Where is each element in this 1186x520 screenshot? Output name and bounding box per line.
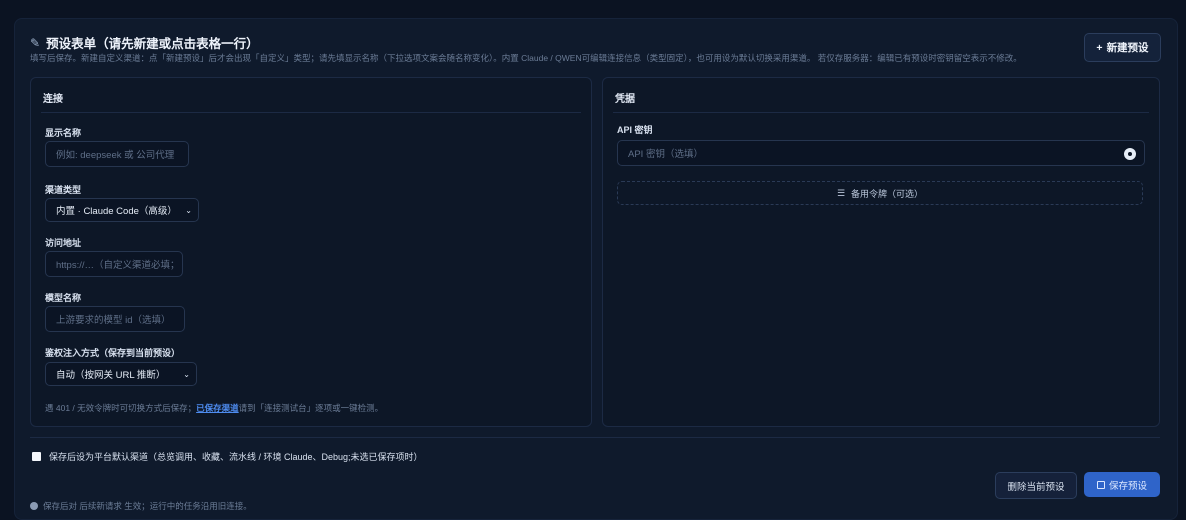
- form-subtitle: 填写后保存。新建自定义渠道：点「新建预设」后才会出现「自定义」类型；请先填显示名…: [30, 53, 1022, 63]
- info-icon: [30, 502, 38, 510]
- model-name-input[interactable]: 上游要求的模型 id（选填）: [45, 306, 185, 332]
- auth-mode-value: 自动（按网关 URL 推断）: [56, 370, 166, 381]
- section-divider: [30, 437, 1160, 438]
- saved-channels-link[interactable]: 已保存渠道: [196, 403, 239, 413]
- auth-hint: 遇 401 / 无效令牌时可切换方式后保存；已保存渠道请到「连接测试台」逐项或一…: [45, 402, 383, 414]
- credentials-heading: 凭据: [615, 94, 635, 105]
- credentials-panel: 凭据 API 密钥 API 密钥（选填） ☰ 备用令牌（可选）: [602, 77, 1160, 427]
- chevron-down-icon: ⌄: [185, 205, 192, 215]
- backup-tokens-label: 备用令牌（可选）: [851, 188, 924, 199]
- api-key-label: API 密钥: [617, 125, 653, 135]
- channel-type-select[interactable]: 内置 · Claude Code（高级） ⌄: [45, 198, 199, 222]
- endpoint-label: 访问地址: [45, 238, 82, 248]
- new-preset-label: 新建预设: [1106, 42, 1149, 54]
- api-key-placeholder: API 密钥（选填）: [628, 149, 703, 160]
- edit-icon: ✎: [30, 35, 41, 50]
- list-icon: ☰: [836, 187, 846, 198]
- default-channel-option: 保存后设为平台默认渠道（总览调用、收藏、流水线 / 环境 Claude、Debu…: [32, 450, 423, 463]
- auth-hint-prefix: 遇 401 / 无效令牌时可切换方式后保存；: [45, 403, 197, 413]
- endpoint-input[interactable]: https://…（自定义渠道必填；: [45, 251, 183, 277]
- save-preset-button[interactable]: 保存预设: [1084, 472, 1160, 497]
- model-name-label: 模型名称: [45, 293, 82, 303]
- auth-mode-select[interactable]: 自动（按网关 URL 推断） ⌄: [45, 362, 197, 386]
- display-name-input[interactable]: 例如: deepseek 或 公司代理: [45, 141, 189, 167]
- display-name-label: 显示名称: [45, 128, 82, 138]
- auth-hint-suffix: 请到「连接测试台」逐项或一键检测。: [238, 403, 384, 413]
- form-title-text: 预设表单（请先新建或点击表格一行）: [46, 37, 259, 51]
- page: ✎ 预设表单（请先新建或点击表格一行） 填写后保存。新建自定义渠道：点「新建预设…: [0, 0, 1186, 520]
- channel-type-value: 内置 · Claude Code（高级）: [56, 206, 177, 217]
- default-channel-checkbox[interactable]: [32, 452, 41, 461]
- save-preset-label: 保存预设: [1108, 480, 1147, 492]
- form-title: ✎ 预设表单（请先新建或点击表格一行）: [30, 33, 259, 52]
- connection-panel: 连接 显示名称 例如: deepseek 或 公司代理 渠道类型 内置 · Cl…: [30, 77, 592, 427]
- connection-heading: 连接: [43, 94, 63, 105]
- new-preset-button[interactable]: + 新建预设: [1084, 33, 1161, 62]
- delete-preset-button[interactable]: 删除当前预设: [995, 472, 1077, 499]
- backup-tokens-toggle[interactable]: ☰ 备用令牌（可选）: [617, 181, 1143, 205]
- api-key-input[interactable]: API 密钥（选填）: [617, 140, 1145, 166]
- footer-note-text: 保存后对 后续新请求 生效；运行中的任务沿用旧连接。: [43, 501, 252, 511]
- save-icon: [1096, 480, 1105, 489]
- connection-divider: [41, 112, 581, 113]
- chevron-down-icon: ⌄: [183, 369, 190, 379]
- channel-type-label: 渠道类型: [45, 185, 82, 195]
- credentials-divider: [613, 112, 1149, 113]
- eye-icon[interactable]: [1124, 148, 1136, 160]
- plus-icon: +: [1096, 41, 1103, 54]
- default-channel-label: 保存后设为平台默认渠道（总览调用、收藏、流水线 / 环境 Claude、Debu…: [49, 452, 423, 462]
- auth-mode-label: 鉴权注入方式（保存到当前预设）: [45, 348, 181, 358]
- footer-note: 保存后对 后续新请求 生效；运行中的任务沿用旧连接。: [30, 500, 252, 512]
